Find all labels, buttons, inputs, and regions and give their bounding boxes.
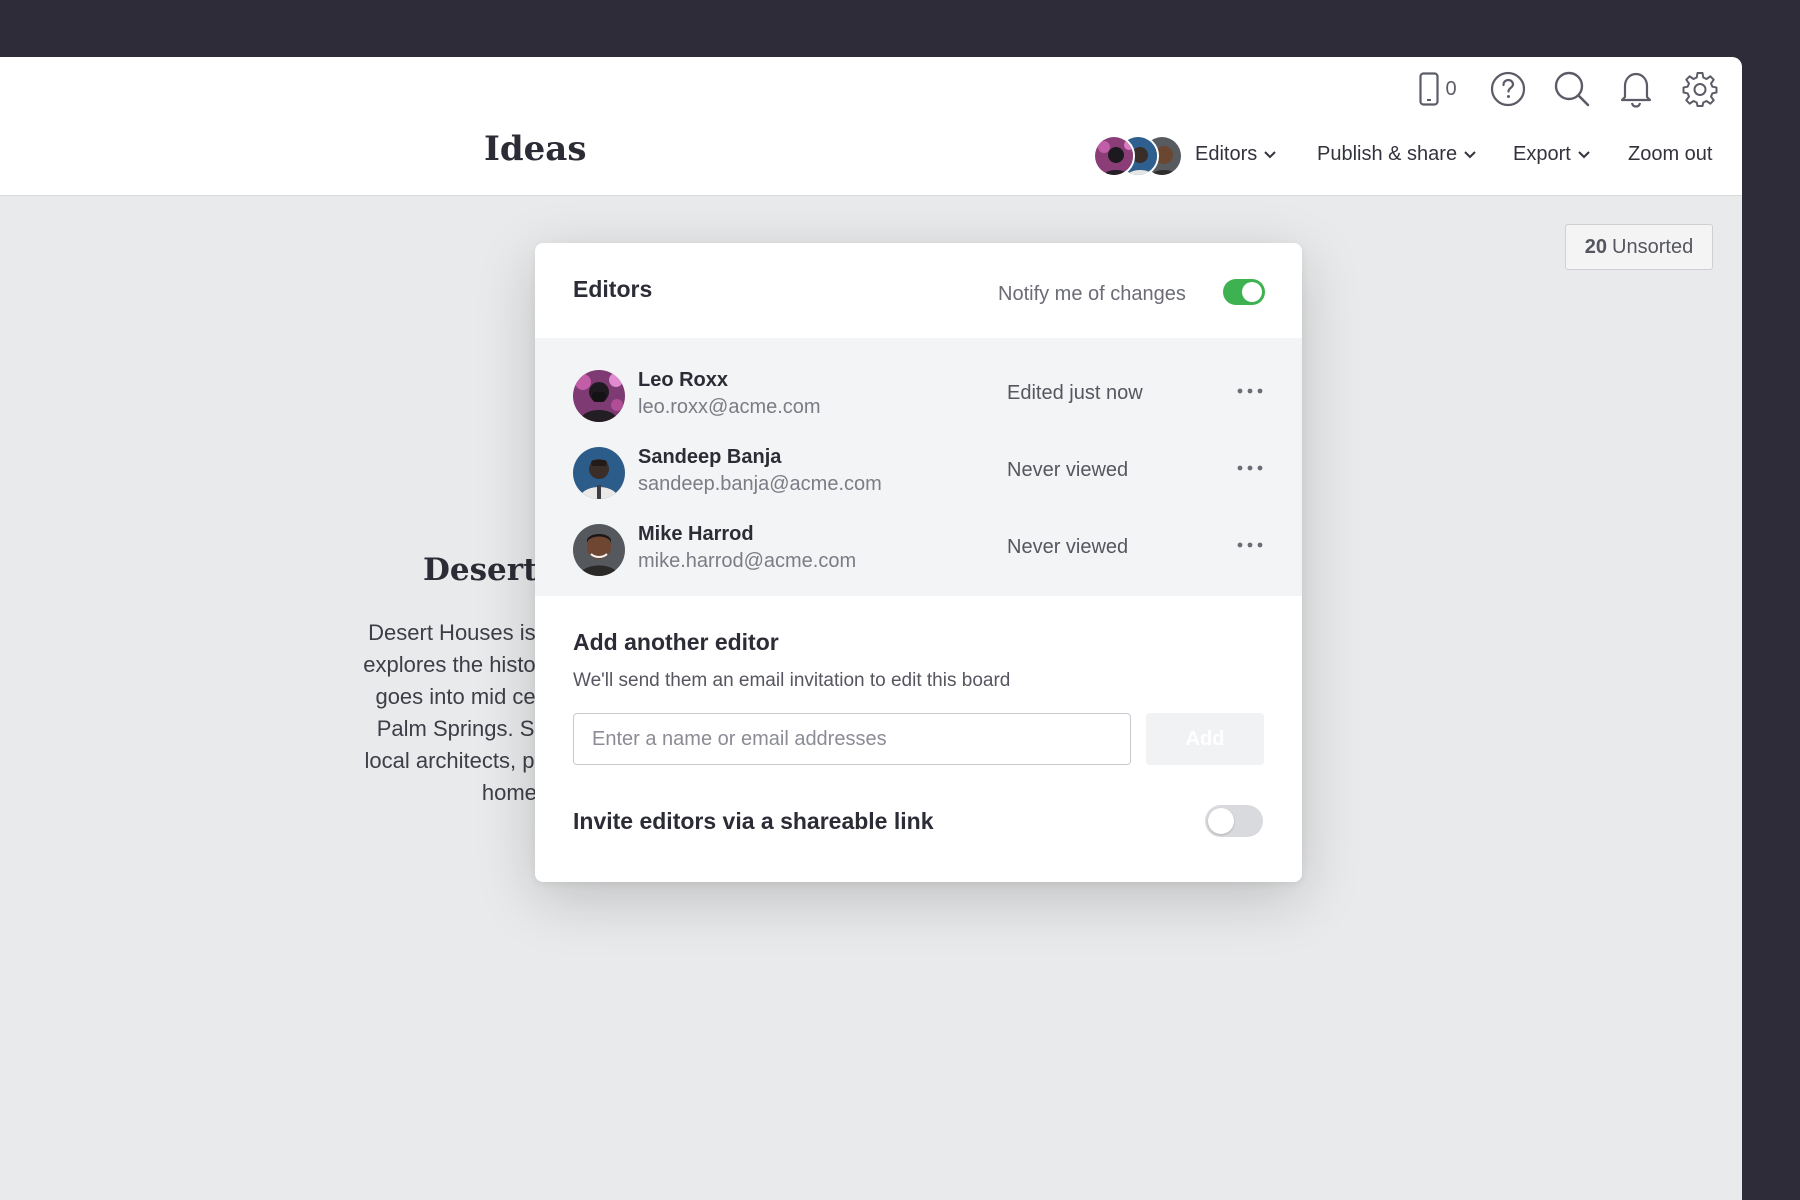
chevron-down-icon [1464,150,1476,158]
avatar [573,524,625,576]
chevron-down-icon [1578,150,1590,158]
board-title: Ideas [484,129,587,169]
panel-header: Editors Notify me of changes [535,243,1302,338]
invite-link-toggle[interactable] [1205,805,1263,837]
editor-status: Never viewed [1007,459,1129,481]
app-window: 0 Ideas Editors Publish & share Export Z… [0,57,1742,1200]
card-body-line: Palm Springs. Sor [376,716,554,741]
add-editor-input[interactable] [573,713,1131,765]
card-body-line: Desert Houses is a [368,620,554,645]
zoom-out-button[interactable]: Zoom out [1628,143,1712,166]
editors-menu-label: Editors [1195,143,1258,165]
top-bar: 0 Ideas [0,57,1742,196]
phone-count: 0 [1445,77,1457,100]
card-body-line: local architects, pre [364,748,554,773]
gear-icon [1682,72,1718,107]
toggle-knob [1242,282,1262,302]
export-menu[interactable]: Export [1513,143,1590,166]
editor-more-button[interactable] [1233,379,1267,403]
add-editor-subtitle: We'll send them an email invitation to e… [573,670,1011,691]
mobile-devices-button[interactable]: 0 [1413,70,1463,108]
avatar [573,370,625,422]
unsorted-button[interactable]: 20 Unsorted [1565,224,1713,270]
editor-row: Leo Roxx leo.roxx@acme.com Edited just n… [535,364,1302,440]
editor-email: sandeep.banja@acme.com [638,473,882,495]
editor-row: Sandeep Banja sandeep.banja@acme.com Nev… [535,441,1302,517]
more-icon [1237,465,1263,471]
chevron-down-icon [1264,150,1276,158]
editor-name: Mike Harrod [638,523,754,545]
more-icon [1237,388,1263,394]
editors-avatar-stack[interactable] [1093,135,1185,179]
editor-status: Never viewed [1007,536,1129,558]
publish-share-menu[interactable]: Publish & share [1317,143,1476,166]
settings-button[interactable] [1681,70,1719,108]
search-icon [1554,71,1590,107]
avatar [573,447,625,499]
editors-dropdown-panel: Editors Notify me of changes Leo Roxx le… [535,243,1302,882]
editor-more-button[interactable] [1233,456,1267,480]
editor-name: Leo Roxx [638,369,729,391]
toggle-knob [1208,808,1234,834]
help-icon [1490,71,1526,107]
card-body: Desert Houses is a explores the history … [318,617,554,809]
more-icon [1237,542,1263,548]
phone-icon [1419,72,1440,106]
search-button[interactable] [1553,70,1591,108]
card-body-line: home c [481,780,554,805]
add-editor-title: Add another editor [573,629,779,655]
editor-status: Edited just now [1007,382,1143,404]
export-label: Export [1513,143,1571,165]
editor-name: Sandeep Banja [638,446,782,468]
editor-list: Leo Roxx leo.roxx@acme.com Edited just n… [535,338,1302,596]
add-editor-button[interactable]: Add [1146,713,1264,765]
invite-link-label: Invite editors via a shareable link [573,808,934,834]
avatar [1093,135,1135,177]
editor-email: mike.harrod@acme.com [638,550,857,572]
panel-title: Editors [573,276,653,302]
card-body-line: goes into mid cent [375,684,554,709]
editor-row: Mike Harrod mike.harrod@acme.com Never v… [535,518,1302,594]
editor-more-button[interactable] [1233,533,1267,557]
help-button[interactable] [1489,70,1527,108]
bell-icon [1620,72,1652,108]
editor-email: leo.roxx@acme.com [638,396,821,418]
zoom-out-label: Zoom out [1628,143,1713,165]
unsorted-label: Unsorted [1612,235,1694,258]
unsorted-count: 20 [1584,235,1608,258]
notifications-button[interactable] [1617,70,1655,108]
card-body-line: explores the history [363,652,554,677]
publish-share-label: Publish & share [1317,143,1458,165]
notify-label: Notify me of changes [998,283,1186,305]
notify-toggle[interactable] [1223,279,1265,305]
editors-menu[interactable]: Editors [1195,143,1276,166]
